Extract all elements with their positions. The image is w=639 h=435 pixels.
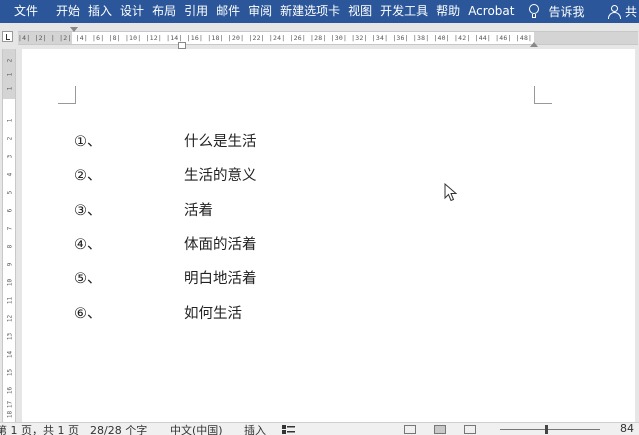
document-canvas: ①、 什么是生活 ②、 生活的意义 ③、 活着 ④、 体面的活着 ⑤、 明白地活…: [18, 49, 639, 422]
list-item[interactable]: ⑤、 明白地活着: [74, 267, 257, 287]
list-item[interactable]: ④、 体面的活着: [74, 233, 257, 253]
list-text: 什么是生活: [184, 133, 257, 150]
margin-corner-top-left: [58, 86, 76, 104]
document-page[interactable]: ①、 什么是生活 ②、 生活的意义 ③、 活着 ④、 体面的活着 ⑤、 明白地活…: [22, 49, 635, 422]
status-word-count[interactable]: 28/28 个字: [90, 423, 147, 435]
tab-developer[interactable]: 开发工具: [376, 0, 432, 23]
share-label: 共: [624, 5, 637, 19]
list-marker: ③、: [74, 202, 102, 219]
margin-corner-top-right: [534, 86, 552, 104]
list-marker: ⑤、: [74, 270, 102, 287]
status-insert-mode[interactable]: 插入: [244, 423, 266, 435]
tell-me-search[interactable]: 告诉我: [528, 3, 585, 20]
list-marker: ①、: [74, 133, 102, 150]
left-indent-marker[interactable]: [178, 42, 186, 49]
list-text: 体面的活着: [184, 236, 257, 253]
vertical-ruler[interactable]: 2 1 1 1 2 3 4 5 6 7 8 9 10 11 12 13 14 1…: [2, 49, 16, 422]
status-page-count[interactable]: 第 1 页，共 1 页: [0, 423, 79, 435]
person-icon: [607, 4, 621, 19]
zoom-level[interactable]: 84: [620, 423, 634, 435]
tell-me-label: 告诉我: [548, 5, 585, 19]
print-layout-view-icon[interactable]: [434, 425, 446, 434]
list-text: 生活的意义: [184, 167, 257, 184]
list-marker: ②、: [74, 167, 102, 184]
lightbulb-icon: [528, 4, 540, 19]
tab-acrobat[interactable]: Acrobat: [464, 0, 518, 23]
tab-review[interactable]: 审阅: [244, 0, 276, 23]
list-item[interactable]: ①、 什么是生活: [74, 130, 257, 150]
tab-help[interactable]: 帮助: [432, 0, 464, 23]
list-item[interactable]: ⑥、 如何生活: [74, 302, 242, 322]
share-button[interactable]: 共: [607, 3, 639, 20]
list-marker: ⑥、: [74, 305, 102, 322]
tab-references[interactable]: 引用: [180, 0, 212, 23]
list-text: 明白地活着: [184, 270, 257, 287]
tab-insert[interactable]: 插入: [84, 0, 116, 23]
tab-file[interactable]: 文件: [0, 0, 52, 23]
ribbon-tab-bar: 文件 开始 插入 设计 布局 引用 邮件 审阅 新建选项卡 视图 开发工具 帮助…: [0, 0, 639, 23]
read-mode-view-icon[interactable]: [404, 425, 416, 434]
list-item[interactable]: ②、 生活的意义: [74, 164, 257, 184]
macro-record-icon[interactable]: [282, 425, 295, 434]
tab-new-tab[interactable]: 新建选项卡: [276, 0, 344, 23]
zoom-slider[interactable]: [500, 429, 600, 430]
ruler-marks: |4| |2| | |2| |4| |6| |8| |10| |12| |14|…: [18, 34, 533, 42]
status-bar: 第 1 页，共 1 页 28/28 个字 中文(中国) 插入 84: [0, 422, 639, 435]
horizontal-ruler-row: |4| |2| | |2| |4| |6| |8| |10| |12| |14|…: [0, 23, 639, 49]
tab-view[interactable]: 视图: [344, 0, 376, 23]
list-item[interactable]: ③、 活着: [74, 199, 213, 219]
status-language[interactable]: 中文(中国): [170, 423, 223, 435]
zoom-slider-thumb[interactable]: [545, 425, 548, 434]
right-indent-marker[interactable]: [530, 42, 538, 47]
tab-home[interactable]: 开始: [52, 0, 84, 23]
tab-mailings[interactable]: 邮件: [212, 0, 244, 23]
list-text: 如何生活: [184, 305, 242, 322]
tab-layout[interactable]: 布局: [148, 0, 180, 23]
web-layout-view-icon[interactable]: [464, 425, 476, 434]
list-text: 活着: [184, 202, 213, 219]
mouse-pointer-icon: [444, 183, 458, 202]
first-line-indent-marker[interactable]: [70, 27, 78, 32]
list-marker: ④、: [74, 236, 102, 253]
horizontal-ruler[interactable]: |4| |2| | |2| |4| |6| |8| |10| |12| |14|…: [18, 31, 638, 45]
tab-stop-selector[interactable]: [2, 31, 13, 42]
tab-design[interactable]: 设计: [116, 0, 148, 23]
